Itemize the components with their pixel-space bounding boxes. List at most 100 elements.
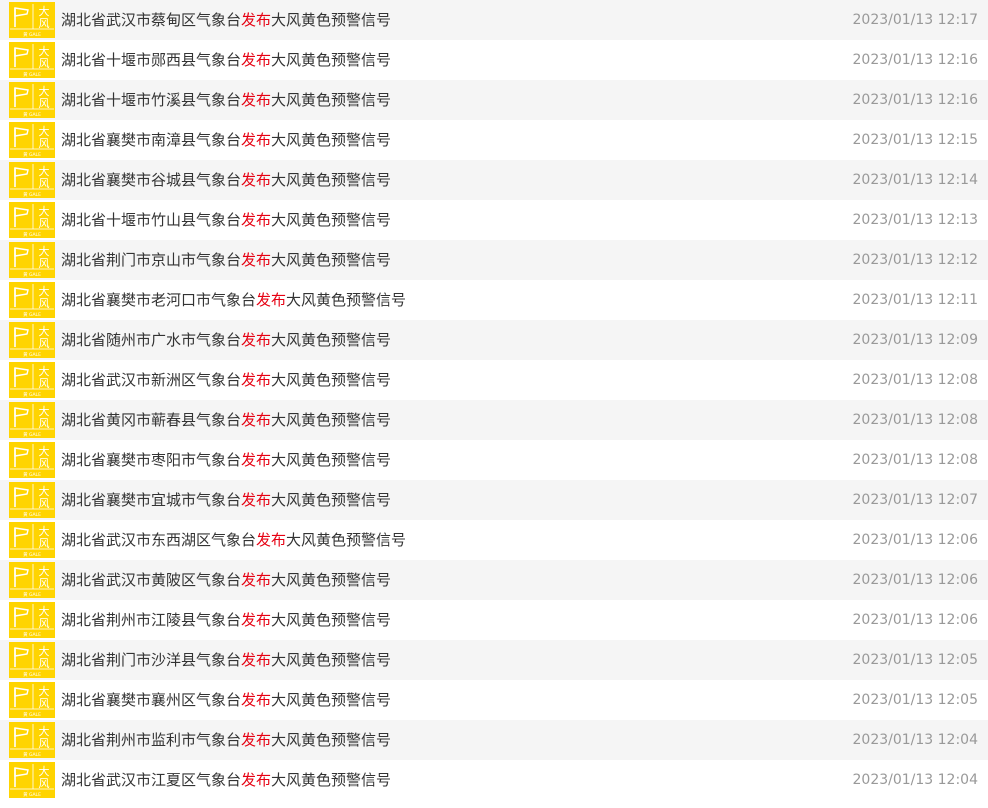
- svg-text:黄 GALE: 黄 GALE: [23, 511, 41, 518]
- warning-title[interactable]: 湖北省黄冈市蕲春县气象台发布大风黄色预警信号: [61, 400, 391, 440]
- warning-verb: 发布: [241, 611, 272, 629]
- warning-title[interactable]: 湖北省襄樊市谷城县气象台发布大风黄色预警信号: [61, 160, 391, 200]
- warning-type: 大风黄色预警信号: [271, 91, 392, 109]
- warning-list-item[interactable]: 大 风 黄 GALE 湖北省襄樊市襄州区气象台发布大风黄色预警信号 2023/0…: [0, 680, 988, 720]
- warning-time: 2023/01/13 12:08: [852, 412, 979, 428]
- warning-list-item[interactable]: 大 风 黄 GALE 湖北省襄樊市宜城市气象台发布大风黄色预警信号 2023/0…: [0, 480, 988, 520]
- gale-yellow-warning-icon: 大 风 黄 GALE: [9, 282, 55, 318]
- warning-issuer: 湖北省荆州市监利市气象台: [61, 731, 242, 749]
- warning-title[interactable]: 湖北省荆州市江陵县气象台发布大风黄色预警信号: [61, 600, 391, 640]
- warning-title[interactable]: 湖北省襄樊市枣阳市气象台发布大风黄色预警信号: [61, 440, 391, 480]
- warning-issuer: 湖北省襄樊市枣阳市气象台: [61, 451, 242, 469]
- warning-type: 大风黄色预警信号: [271, 451, 392, 469]
- warning-issuer: 湖北省武汉市东西湖区气象台: [61, 531, 257, 549]
- warning-time: 2023/01/13 12:12: [852, 252, 979, 268]
- warning-verb: 发布: [241, 451, 272, 469]
- warning-list-item[interactable]: 大 风 黄 GALE 湖北省黄冈市蕲春县气象台发布大风黄色预警信号 2023/0…: [0, 400, 988, 440]
- warning-list-item[interactable]: 大 风 黄 GALE 湖北省荆门市沙洋县气象台发布大风黄色预警信号 2023/0…: [0, 640, 988, 680]
- warning-time: 2023/01/13 12:15: [852, 132, 979, 148]
- warning-title[interactable]: 湖北省襄樊市老河口市气象台发布大风黄色预警信号: [61, 280, 406, 320]
- warning-list-item[interactable]: 大 风 黄 GALE 湖北省荆州市监利市气象台发布大风黄色预警信号 2023/0…: [0, 720, 988, 760]
- warning-list-item[interactable]: 大 风 黄 GALE 湖北省武汉市黄陂区气象台发布大风黄色预警信号 2023/0…: [0, 560, 988, 600]
- warning-verb: 发布: [241, 691, 272, 709]
- svg-text:大: 大: [39, 684, 50, 698]
- warning-list-item[interactable]: 大 风 黄 GALE 湖北省十堰市竹溪县气象台发布大风黄色预警信号 2023/0…: [0, 80, 988, 120]
- warning-list-item[interactable]: 大 风 黄 GALE 湖北省荆门市京山市气象台发布大风黄色预警信号 2023/0…: [0, 240, 988, 280]
- warning-verb: 发布: [241, 331, 272, 349]
- svg-text:大: 大: [39, 324, 50, 338]
- warning-type: 大风黄色预警信号: [271, 131, 392, 149]
- warning-list-item[interactable]: 大 风 黄 GALE 湖北省襄樊市枣阳市气象台发布大风黄色预警信号 2023/0…: [0, 440, 988, 480]
- svg-text:风: 风: [39, 457, 50, 470]
- warning-verb: 发布: [241, 51, 272, 69]
- gale-yellow-warning-icon: 大 风 黄 GALE: [9, 482, 55, 518]
- svg-text:风: 风: [39, 617, 50, 630]
- warning-type: 大风黄色预警信号: [271, 371, 392, 389]
- warning-list-item[interactable]: 大 风 黄 GALE 湖北省襄樊市老河口市气象台发布大风黄色预警信号 2023/…: [0, 280, 988, 320]
- svg-text:风: 风: [39, 17, 50, 30]
- warning-type: 大风黄色预警信号: [271, 571, 392, 589]
- svg-text:黄 GALE: 黄 GALE: [23, 431, 41, 438]
- warning-title[interactable]: 湖北省武汉市黄陂区气象台发布大风黄色预警信号: [61, 560, 391, 600]
- warning-list-item[interactable]: 大 风 黄 GALE 湖北省武汉市蔡甸区气象台发布大风黄色预警信号 2023/0…: [0, 0, 988, 40]
- warning-list-item[interactable]: 大 风 黄 GALE 湖北省襄樊市南漳县气象台发布大风黄色预警信号 2023/0…: [0, 120, 988, 160]
- warning-verb: 发布: [241, 11, 272, 29]
- svg-text:风: 风: [39, 217, 50, 230]
- svg-text:黄 GALE: 黄 GALE: [23, 631, 41, 638]
- svg-text:风: 风: [39, 697, 50, 710]
- warning-verb: 发布: [241, 411, 272, 429]
- svg-text:大: 大: [39, 84, 50, 98]
- warning-type: 大风黄色预警信号: [271, 611, 392, 629]
- warning-list-item[interactable]: 大 风 黄 GALE 湖北省随州市广水市气象台发布大风黄色预警信号 2023/0…: [0, 320, 988, 360]
- warning-time: 2023/01/13 12:05: [852, 692, 979, 708]
- warning-list-item[interactable]: 大 风 黄 GALE 湖北省武汉市东西湖区气象台发布大风黄色预警信号 2023/…: [0, 520, 988, 560]
- svg-text:黄 GALE: 黄 GALE: [23, 751, 41, 758]
- warning-type: 大风黄色预警信号: [271, 51, 392, 69]
- warning-title[interactable]: 湖北省随州市广水市气象台发布大风黄色预警信号: [61, 320, 391, 360]
- warning-issuer: 湖北省武汉市蔡甸区气象台: [61, 11, 242, 29]
- svg-text:大: 大: [39, 124, 50, 138]
- warning-time: 2023/01/13 12:04: [852, 772, 979, 788]
- warning-type: 大风黄色预警信号: [286, 291, 407, 309]
- warning-verb: 发布: [256, 291, 287, 309]
- warning-time: 2023/01/13 12:06: [852, 532, 979, 548]
- warning-title[interactable]: 湖北省襄樊市南漳县气象台发布大风黄色预警信号: [61, 120, 391, 160]
- warning-list-item[interactable]: 大 风 黄 GALE 湖北省武汉市新洲区气象台发布大风黄色预警信号 2023/0…: [0, 360, 988, 400]
- gale-yellow-warning-icon: 大 风 黄 GALE: [9, 42, 55, 78]
- svg-text:风: 风: [39, 777, 50, 790]
- warning-title[interactable]: 湖北省武汉市江夏区气象台发布大风黄色预警信号: [61, 760, 391, 800]
- svg-text:风: 风: [39, 417, 50, 430]
- warning-issuer: 湖北省武汉市黄陂区气象台: [61, 571, 242, 589]
- gale-yellow-warning-icon: 大 风 黄 GALE: [9, 442, 55, 478]
- gale-yellow-warning-icon: 大 风 黄 GALE: [9, 762, 55, 798]
- warning-title[interactable]: 湖北省十堰市郧西县气象台发布大风黄色预警信号: [61, 40, 391, 80]
- warning-list-item[interactable]: 大 风 黄 GALE 湖北省武汉市江夏区气象台发布大风黄色预警信号 2023/0…: [0, 760, 988, 800]
- warning-issuer: 湖北省十堰市竹山县气象台: [61, 211, 242, 229]
- warning-title[interactable]: 湖北省十堰市竹溪县气象台发布大风黄色预警信号: [61, 80, 391, 120]
- warning-list-item[interactable]: 大 风 黄 GALE 湖北省襄樊市谷城县气象台发布大风黄色预警信号 2023/0…: [0, 160, 988, 200]
- warning-list-item[interactable]: 大 风 黄 GALE 湖北省十堰市郧西县气象台发布大风黄色预警信号 2023/0…: [0, 40, 988, 80]
- warning-title[interactable]: 湖北省十堰市竹山县气象台发布大风黄色预警信号: [61, 200, 391, 240]
- warning-title[interactable]: 湖北省荆门市京山市气象台发布大风黄色预警信号: [61, 240, 391, 280]
- gale-yellow-warning-icon: 大 风 黄 GALE: [9, 322, 55, 358]
- gale-yellow-warning-icon: 大 风 黄 GALE: [9, 402, 55, 438]
- warning-title[interactable]: 湖北省襄樊市宜城市气象台发布大风黄色预警信号: [61, 480, 391, 520]
- warning-list-item[interactable]: 大 风 黄 GALE 湖北省荆州市江陵县气象台发布大风黄色预警信号 2023/0…: [0, 600, 988, 640]
- svg-text:黄 GALE: 黄 GALE: [23, 711, 41, 718]
- warning-title[interactable]: 湖北省荆门市沙洋县气象台发布大风黄色预警信号: [61, 640, 391, 680]
- warning-title[interactable]: 湖北省荆州市监利市气象台发布大风黄色预警信号: [61, 720, 391, 760]
- warning-verb: 发布: [241, 771, 272, 789]
- svg-text:黄 GALE: 黄 GALE: [23, 191, 41, 198]
- warning-title[interactable]: 湖北省武汉市蔡甸区气象台发布大风黄色预警信号: [61, 0, 391, 40]
- warning-title[interactable]: 湖北省襄樊市襄州区气象台发布大风黄色预警信号: [61, 680, 391, 720]
- svg-text:风: 风: [39, 177, 50, 190]
- svg-text:大: 大: [39, 604, 50, 618]
- warning-title[interactable]: 湖北省武汉市新洲区气象台发布大风黄色预警信号: [61, 360, 391, 400]
- warning-verb: 发布: [241, 251, 272, 269]
- warning-list-item[interactable]: 大 风 黄 GALE 湖北省十堰市竹山县气象台发布大风黄色预警信号 2023/0…: [0, 200, 988, 240]
- svg-text:风: 风: [39, 337, 50, 350]
- warning-title[interactable]: 湖北省武汉市东西湖区气象台发布大风黄色预警信号: [61, 520, 406, 560]
- svg-text:风: 风: [39, 137, 50, 150]
- warning-type: 大风黄色预警信号: [286, 531, 407, 549]
- warning-issuer: 湖北省襄樊市宜城市气象台: [61, 491, 242, 509]
